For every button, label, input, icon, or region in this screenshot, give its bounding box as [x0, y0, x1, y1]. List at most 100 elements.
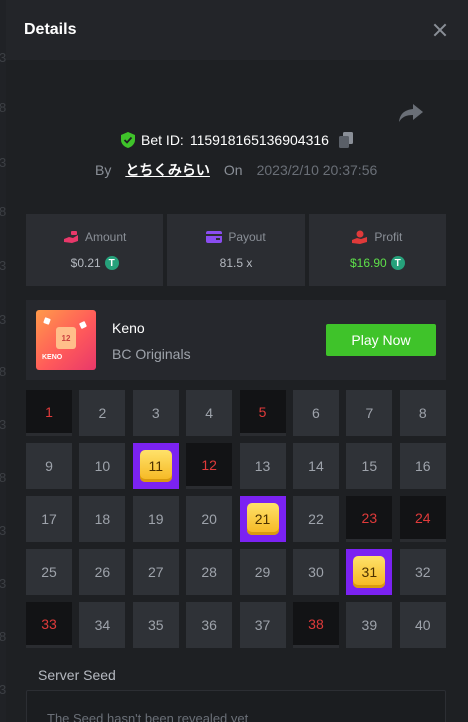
keno-cell-number: 17 — [41, 511, 57, 527]
thumb-caption: KENO — [42, 354, 63, 361]
keno-cell: 14 — [292, 443, 339, 489]
keno-cell-number: 13 — [254, 458, 271, 474]
play-now-button[interactable]: Play Now — [326, 324, 436, 356]
profit-hand-icon — [352, 230, 368, 244]
server-seed-field[interactable]: The Seed hasn't been revealed yet — [26, 690, 446, 722]
keno-cell: 26 — [79, 549, 126, 595]
game-name[interactable]: Keno — [112, 320, 145, 336]
keno-cell-drawn: 1 — [26, 390, 72, 436]
keno-cell: 4 — [186, 390, 233, 436]
keno-cell-number: 33 — [41, 615, 57, 632]
keno-cell: 25 — [26, 549, 72, 595]
thumb-number: 12 — [56, 327, 76, 349]
keno-cell-number: 15 — [361, 458, 378, 474]
keno-cell: 13 — [239, 443, 286, 489]
usdt-coin-icon: T — [104, 256, 119, 270]
keno-cell: 15 — [346, 443, 393, 489]
keno-cell: 7 — [346, 390, 393, 436]
keno-cell-number: 7 — [365, 405, 374, 421]
keno-cell: 32 — [399, 549, 446, 595]
copy-icon[interactable] — [338, 132, 353, 148]
keno-cell-number: 6 — [312, 405, 320, 421]
keno-cell-drawn: 38 — [292, 602, 339, 648]
keno-cell: 19 — [132, 496, 179, 542]
keno-cell: 2 — [79, 390, 126, 436]
keno-cell-hit: 11 — [132, 443, 179, 489]
stat-payout-value: 81.5 x — [219, 256, 253, 270]
details-panel: Details Bet ID: 115918165136904316 By とち… — [6, 0, 468, 722]
keno-cell-number: 26 — [94, 564, 111, 580]
keno-cell-number: 29 — [254, 564, 271, 580]
keno-cell-number: 2 — [98, 405, 107, 421]
stat-amount: Amount $0.21 T — [26, 214, 164, 286]
dice-icon — [43, 317, 51, 325]
keno-cell-drawn: 12 — [186, 443, 233, 489]
keno-cell-number: 23 — [361, 509, 378, 526]
keno-cell-number: 25 — [41, 564, 57, 580]
keno-cell-hit: 31 — [346, 549, 393, 595]
keno-cell-number: 3 — [151, 405, 160, 421]
server-seed-placeholder: The Seed hasn't been revealed yet — [47, 711, 249, 722]
bet-date: 2023/2/10 20:37:56 — [256, 162, 378, 178]
keno-cell: 28 — [186, 549, 233, 595]
keno-cell-number: 36 — [201, 617, 217, 633]
keno-cell-number: 16 — [414, 458, 431, 474]
by-label: By — [95, 162, 112, 178]
keno-cell: 40 — [399, 602, 446, 648]
keno-cell: 36 — [186, 602, 233, 648]
bet-id-line: Bet ID: 115918165136904316 — [6, 132, 468, 148]
keno-cell-number: 4 — [205, 405, 214, 421]
keno-cell: 10 — [79, 443, 126, 489]
usdt-coin-icon: T — [390, 256, 405, 270]
keno-cell-number: 12 — [201, 456, 217, 473]
keno-cell-number: 39 — [361, 617, 378, 633]
keno-cell-number: 21 — [246, 503, 279, 535]
keno-cell: 6 — [292, 390, 339, 436]
keno-cell-number: 27 — [147, 564, 164, 580]
username-link[interactable]: とちくみらい — [125, 160, 210, 180]
panel-title: Details — [24, 21, 77, 38]
stat-amount-value: $0.21 — [70, 256, 101, 270]
money-hand-icon — [63, 231, 78, 243]
stat-payout: Payout 81.5 x — [167, 214, 305, 286]
keno-cell-number: 34 — [94, 617, 111, 633]
share-icon[interactable] — [398, 102, 424, 124]
stat-profit: Profit $16.90 T — [308, 214, 446, 286]
on-label: On — [223, 162, 243, 178]
keno-cell-number: 19 — [147, 511, 164, 527]
keno-cell-drawn: 5 — [239, 390, 286, 436]
keno-cell: 18 — [79, 496, 126, 542]
panel-header: Details — [6, 0, 468, 60]
keno-cell-number: 30 — [308, 564, 324, 580]
keno-cell-number: 14 — [308, 458, 324, 474]
server-seed-label: Server Seed — [38, 667, 116, 683]
keno-cell-number: 1 — [45, 403, 53, 420]
keno-cell: 17 — [26, 496, 72, 542]
keno-thumbnail[interactable]: 12 KENO — [36, 310, 96, 370]
keno-cell-number: 8 — [418, 405, 427, 421]
dice-icon — [79, 321, 87, 329]
keno-cell-number: 10 — [94, 458, 111, 474]
stat-payout-label: Payout — [228, 230, 266, 244]
keno-cell-drawn: 23 — [346, 496, 393, 542]
stat-amount-label: Amount — [84, 230, 127, 244]
keno-cell: 37 — [239, 602, 286, 648]
game-provider: BC Originals — [112, 346, 191, 362]
keno-cell: 20 — [186, 496, 233, 542]
keno-cell-number: 20 — [201, 511, 217, 527]
keno-cell: 39 — [346, 602, 393, 648]
keno-cell-number: 31 — [353, 556, 386, 588]
keno-cell-drawn: 33 — [26, 602, 72, 648]
keno-cell: 30 — [292, 549, 339, 595]
close-icon[interactable] — [430, 20, 450, 40]
keno-cell-number: 35 — [147, 617, 164, 633]
keno-cell-number: 37 — [254, 617, 271, 633]
keno-grid: 1 2 3 4 5 6 7 8 9 10 11 12 13 14 15 16 17 18 19 20 21 22 23 24 2… — [26, 390, 446, 648]
stats-row: Amount $0.21 T Payout 81.5 x Profit $16.… — [26, 214, 446, 286]
keno-cell-number: 11 — [139, 450, 172, 482]
bet-id-label: Bet ID: — [141, 132, 184, 148]
keno-cell-number: 9 — [45, 458, 53, 474]
keno-cell-drawn: 24 — [399, 496, 446, 542]
byline: By とちくみらい On 2023/2/10 20:37:56 — [95, 160, 377, 180]
bet-id-value: 115918165136904316 — [189, 132, 329, 148]
